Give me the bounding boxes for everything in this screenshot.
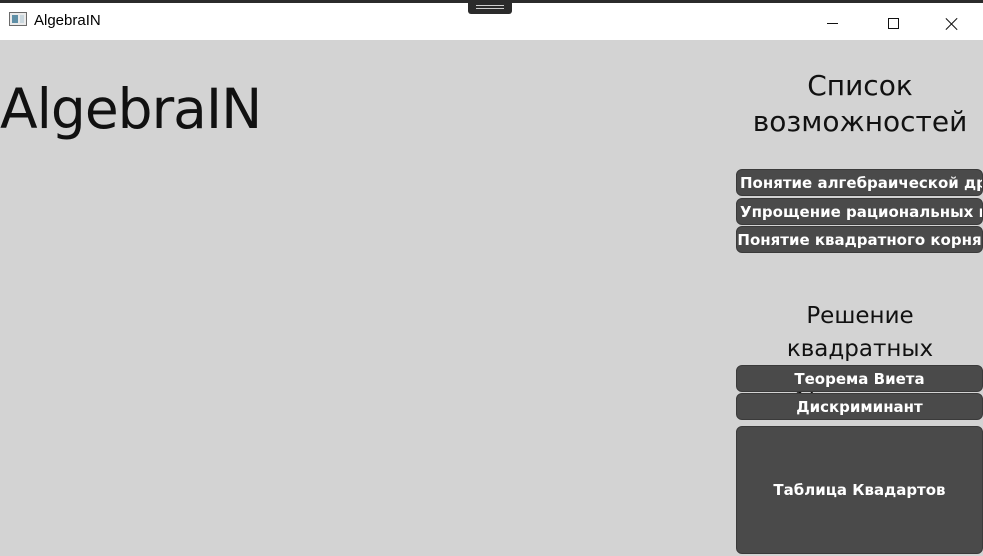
app-heading: AlgebraIN (0, 77, 262, 141)
squares-table-button[interactable]: Таблица Квадартов (736, 426, 983, 554)
app-window-icon (9, 12, 27, 26)
features-title: Список возможностей (752, 69, 968, 138)
algebraic-fraction-button[interactable]: Понятие алгебраической дроби (736, 169, 983, 196)
maximize-button[interactable] (864, 6, 922, 41)
close-button[interactable] (923, 6, 981, 41)
square-root-button[interactable]: Понятие квадратного корня (736, 226, 983, 253)
minimize-button[interactable] (803, 6, 861, 41)
vieta-theorem-button[interactable]: Теорема Виета (736, 365, 983, 392)
window-title: AlgebraIN (34, 12, 101, 29)
close-icon (945, 17, 959, 31)
minimize-icon (826, 23, 838, 24)
app-window: AlgebraIN AlgebraIN Список возможностей … (0, 0, 983, 556)
discriminant-button[interactable]: Дискриминант (736, 393, 983, 420)
maximize-icon (887, 18, 899, 29)
drag-handle[interactable] (468, 0, 512, 14)
rational-expressions-button[interactable]: Упрощение рациональных выражений (736, 198, 983, 225)
